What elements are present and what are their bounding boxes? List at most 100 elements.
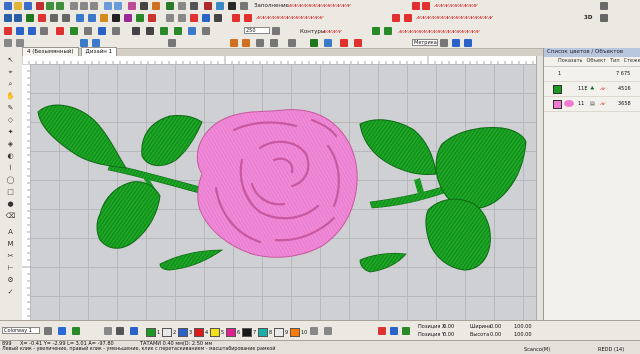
motif-icon[interactable] [232, 14, 240, 22]
lettering-icon[interactable] [204, 2, 212, 10]
thread-color-chip[interactable] [194, 328, 204, 337]
thread-icon[interactable] [70, 27, 78, 35]
sort-icon[interactable] [324, 327, 332, 335]
colorway-dropdown-icon[interactable] [44, 327, 52, 335]
fill-tool-icon[interactable]: ◐ [3, 152, 18, 160]
sew-simulator-icon[interactable] [190, 14, 198, 22]
thread-color-chip[interactable] [290, 328, 300, 337]
text-icon[interactable] [190, 2, 198, 10]
stitch-pattern2-icons[interactable]: ⩘⩗⩘⩗⩘⩗⩘⩗⩘⩗⩘⩗⩘⩗⩘⩗⩘⩗⩘⩗⩘⩗⩘⩗⩘⩗⩘⩗⩘⩗⩘⩗ [416, 15, 566, 21]
record-tool-icon[interactable]: ● [3, 200, 18, 208]
rose-flower[interactable] [196, 109, 358, 258]
contour-pattern-icons[interactable]: ⩘⩗⩘⩗⩘⩗⩘⩗ [322, 29, 368, 35]
height-mm[interactable]: 100.00 [514, 332, 532, 338]
option1-icon[interactable] [4, 39, 12, 47]
tab-design-1[interactable]: Дизайн 1 [80, 47, 118, 56]
option5-icon[interactable] [168, 39, 176, 47]
list-item[interactable]: 11Е ♣ ⩘⩗ 4516 [544, 82, 640, 97]
color-icon[interactable] [128, 2, 136, 10]
marker-icon[interactable] [4, 27, 12, 35]
monogram-icon[interactable] [216, 2, 224, 10]
copy-icon[interactable] [80, 2, 88, 10]
properties-icon[interactable] [202, 14, 210, 22]
option3-icon[interactable] [80, 39, 88, 47]
option8-icon[interactable] [256, 39, 264, 47]
hoop-icon[interactable] [166, 2, 174, 10]
mirror-icon[interactable] [88, 14, 96, 22]
thread-chart-icon[interactable] [72, 327, 80, 335]
delete-icon[interactable] [38, 14, 46, 22]
pan-icon[interactable] [84, 27, 92, 35]
rotate-icon[interactable] [100, 14, 108, 22]
stitch-player-icon[interactable] [112, 14, 120, 22]
apply-tool-icon[interactable]: ✓ [3, 288, 18, 296]
units-dropdown-icon[interactable] [440, 39, 448, 47]
save-icon[interactable] [24, 2, 32, 10]
needle-icon[interactable] [378, 327, 386, 335]
reshape-icon[interactable] [26, 14, 34, 22]
leaf-right-bottom[interactable] [425, 198, 491, 271]
leaf-right-tip[interactable] [359, 252, 407, 273]
leaf-left-small[interactable] [141, 115, 203, 166]
group-icon[interactable] [50, 14, 58, 22]
leaf-left-tip[interactable] [159, 249, 224, 271]
option13-icon[interactable] [340, 39, 348, 47]
text-tool-icon[interactable]: A [3, 228, 18, 236]
palette-icon[interactable] [116, 327, 124, 335]
measure-icon[interactable] [166, 14, 174, 22]
border2-icon[interactable] [404, 14, 412, 22]
satin-tool-icon[interactable]: ◈ [3, 140, 18, 148]
option2-icon[interactable] [16, 39, 24, 47]
contour-type-icon[interactable] [372, 27, 380, 35]
leaf-right-top[interactable] [359, 119, 437, 175]
shape-tool-icon[interactable]: ◇ [3, 116, 18, 124]
col-type[interactable]: Тип [610, 57, 620, 66]
tab-untitled[interactable]: 4 (Безымянный) [22, 47, 79, 56]
eyedropper-icon[interactable] [104, 327, 112, 335]
help-icon[interactable] [600, 2, 608, 10]
fill-pattern-icons[interactable]: ⩘⩗⩘⩗⩘⩗⩘⩗⩘⩗⩘⩗⩘⩗⩘⩗⩘⩗⩘⩗⩘⩗⩘⩗⩘⩗ [288, 3, 408, 9]
thread-color-chip[interactable] [178, 328, 188, 337]
zoom-tool-icon[interactable]: ⌕ [3, 80, 18, 88]
background-icon[interactable] [146, 27, 154, 35]
list-item[interactable]: 11 ▤ ⩘⩗ 3658 [544, 97, 640, 112]
run-tool-icon[interactable]: ⌇ [3, 164, 18, 172]
fill-type2-icon[interactable] [422, 2, 430, 10]
leaf-left-bottom[interactable] [96, 181, 161, 249]
thread-color-chip[interactable] [146, 328, 156, 337]
measure-tool-icon[interactable]: ⊢ [3, 264, 18, 272]
lock-ratio-icon[interactable] [402, 327, 410, 335]
new-file-icon[interactable] [4, 2, 12, 10]
zoom-icon[interactable] [98, 27, 106, 35]
list-item[interactable]: 1 7 675 [544, 67, 640, 82]
artwork-icon[interactable] [160, 27, 168, 35]
hoop-view-icon[interactable] [132, 27, 140, 35]
view-toggle-icon[interactable] [310, 327, 318, 335]
undo-icon[interactable] [46, 2, 54, 10]
hoop-size-icon[interactable] [390, 327, 398, 335]
guides-icon[interactable] [28, 27, 36, 35]
col-object[interactable]: Объект [587, 57, 607, 66]
thread-color-chip[interactable] [226, 328, 236, 337]
leaf-right-large[interactable] [435, 127, 527, 210]
option14-icon[interactable] [354, 39, 362, 47]
print-icon[interactable] [36, 2, 44, 10]
redo-icon[interactable] [56, 2, 64, 10]
layers-icon[interactable] [214, 14, 222, 22]
zoom-select[interactable]: 250 [244, 27, 270, 34]
grid-icon[interactable] [178, 2, 186, 10]
option12-icon[interactable] [324, 39, 332, 47]
trace-icon[interactable] [124, 14, 132, 22]
align-icon[interactable] [76, 14, 84, 22]
position-y-value[interactable]: 0.00 [443, 332, 454, 338]
leaf-left-top[interactable] [37, 104, 127, 169]
colorway-select[interactable]: Colorway 1 [2, 327, 40, 334]
fill-pattern2-icons[interactable]: ⩘⩗⩘⩗⩘⩗⩘⩗⩘⩗⩘⩗⩘⩗⩘⩗⩘⩗ [434, 3, 524, 9]
width-mm[interactable]: 100.00 [514, 324, 532, 330]
thread-color-chip[interactable] [242, 328, 252, 337]
rulers-icon[interactable] [40, 27, 48, 35]
arrow-tool-icon[interactable]: ↖ [3, 56, 18, 64]
lasso-icon[interactable] [14, 14, 22, 22]
select-icon[interactable] [4, 14, 12, 22]
design-canvas[interactable] [30, 64, 536, 320]
